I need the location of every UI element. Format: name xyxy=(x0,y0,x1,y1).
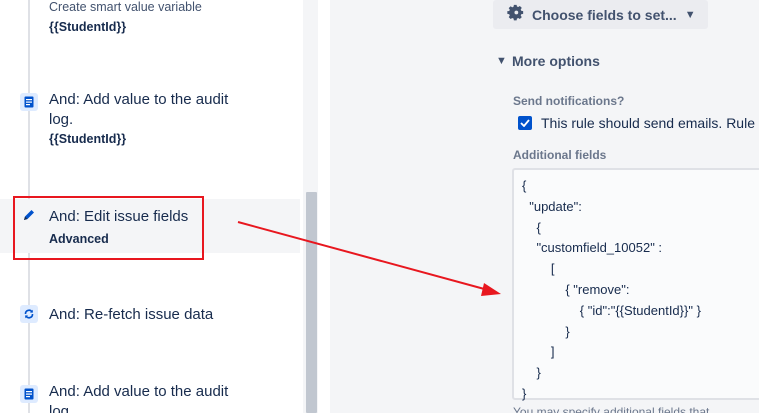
step-add-audit-log-2[interactable]: And: Add value to the audit log. xyxy=(0,380,300,413)
step-create-variable[interactable]: Create smart value variable {{StudentId}… xyxy=(0,0,300,40)
chevron-down-icon: ▼ xyxy=(684,8,696,21)
step-title: And: Re-fetch issue data xyxy=(49,306,214,323)
additional-fields-json: { "update": { "customfield_10052" : [ { … xyxy=(522,178,701,401)
step-title-line2: log. xyxy=(49,403,74,413)
additional-fields-label: Additional fields xyxy=(513,148,607,162)
step-config-panel: Choose fields to set... ▼ ▼ More options… xyxy=(330,0,759,413)
step-add-audit-log[interactable]: And: Add value to the audit log. {{Stude… xyxy=(0,88,300,158)
step-subtitle: {{StudentId}} xyxy=(49,20,127,34)
step-title: And: Add value to the audit xyxy=(49,91,229,108)
more-options-toggle[interactable]: ▼ More options xyxy=(496,53,600,69)
additional-fields-hint: You may specify additional fields that xyxy=(513,405,710,413)
step-title: Create smart value variable xyxy=(49,0,202,14)
gear-icon xyxy=(507,4,524,26)
step-title: And: Add value to the audit xyxy=(49,383,229,400)
send-notifications-label: Send notifications? xyxy=(513,94,625,108)
chevron-down-icon: ▼ xyxy=(496,55,507,67)
panel-divider xyxy=(318,0,330,413)
additional-fields-textarea[interactable]: { "update": { "customfield_10052" : [ { … xyxy=(512,168,759,401)
annotation-highlight-box xyxy=(13,196,204,260)
refresh-icon xyxy=(20,305,38,323)
choose-fields-button[interactable]: Choose fields to set... ▼ xyxy=(493,0,708,29)
more-options-label: More options xyxy=(512,53,600,69)
step-refetch-issue-data[interactable]: And: Re-fetch issue data xyxy=(0,303,300,329)
send-emails-checkbox[interactable] xyxy=(518,116,532,130)
choose-fields-label: Choose fields to set... xyxy=(532,6,677,23)
step-subtitle: {{StudentId}} xyxy=(49,132,127,146)
send-emails-checkbox-label: This rule should send emails. Rule a xyxy=(541,115,759,131)
step-title-line2: log. xyxy=(49,111,74,128)
send-emails-checkbox-row[interactable]: This rule should send emails. Rule a xyxy=(518,115,759,131)
document-icon xyxy=(20,93,38,111)
steps-scrollbar-thumb[interactable] xyxy=(306,192,317,413)
document-icon xyxy=(20,385,38,403)
